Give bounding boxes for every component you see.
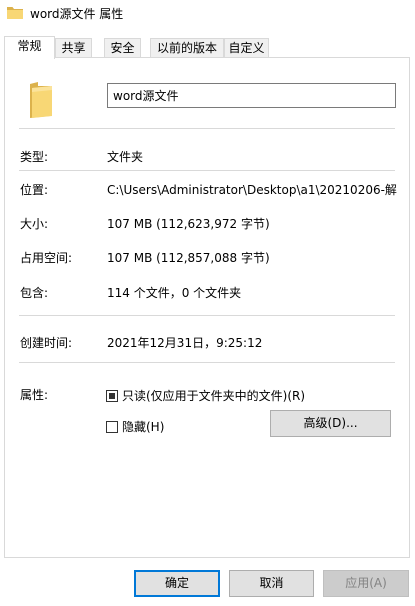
divider	[19, 170, 395, 171]
folder-icon	[7, 7, 23, 19]
location-value: C:\Users\Administrator\Desktop\a1\202102…	[107, 183, 397, 197]
size-on-disk-value: 107 MB (112,857,088 字节)	[107, 251, 270, 265]
divider	[19, 362, 395, 363]
contains-value: 114 个文件，0 个文件夹	[107, 286, 242, 300]
size-value: 107 MB (112,623,972 字节)	[107, 217, 270, 231]
hidden-checkbox[interactable]	[106, 420, 118, 433]
divider	[19, 128, 395, 129]
hidden-checkbox-row[interactable]: 隐藏(H)	[106, 418, 164, 435]
readonly-checkbox-row[interactable]: 只读(仅应用于文件夹中的文件)(R)	[106, 387, 305, 404]
created-value: 2021年12月31日，9:25:12	[107, 336, 263, 350]
readonly-label: 只读(仅应用于文件夹中的文件)(R)	[122, 389, 306, 403]
contains-label: 包含:	[20, 286, 49, 300]
size-on-disk-label: 占用空间:	[20, 251, 73, 265]
tab-strip: 常规 共享 安全 以前的版本 自定义	[0, 36, 415, 59]
tab-general[interactable]: 常规	[4, 36, 55, 59]
location-label: 位置:	[20, 183, 49, 197]
divider	[19, 315, 395, 316]
ok-button[interactable]: 确定	[134, 570, 220, 597]
attributes-label: 属性:	[20, 388, 49, 402]
general-tab-page: 类型: 文件夹 位置: C:\Users\Administrator\Deskt…	[4, 57, 410, 558]
cancel-button[interactable]: 取消	[229, 570, 314, 597]
tab-customize[interactable]: 自定义	[224, 38, 269, 58]
type-value: 文件夹	[107, 150, 144, 164]
hidden-label: 隐藏(H)	[122, 420, 165, 434]
tab-security[interactable]: 安全	[104, 38, 141, 58]
size-label: 大小:	[20, 217, 49, 231]
title-bar[interactable]: word源文件 属性	[0, 0, 415, 26]
tab-sharing[interactable]: 共享	[55, 38, 92, 58]
properties-window: word源文件 属性 常规 共享 安全 以前的版本 自定义 类型: 文件夹 位置…	[0, 0, 415, 606]
tab-previous-versions[interactable]: 以前的版本	[150, 38, 224, 58]
folder-icon	[30, 82, 52, 118]
folder-name-input[interactable]	[107, 83, 396, 108]
window-title: word源文件 属性	[30, 7, 124, 21]
apply-button[interactable]: 应用(A)	[323, 570, 409, 597]
created-label: 创建时间:	[20, 336, 73, 350]
advanced-button[interactable]: 高级(D)...	[270, 410, 391, 437]
type-label: 类型:	[20, 150, 49, 164]
readonly-checkbox[interactable]	[106, 389, 118, 402]
